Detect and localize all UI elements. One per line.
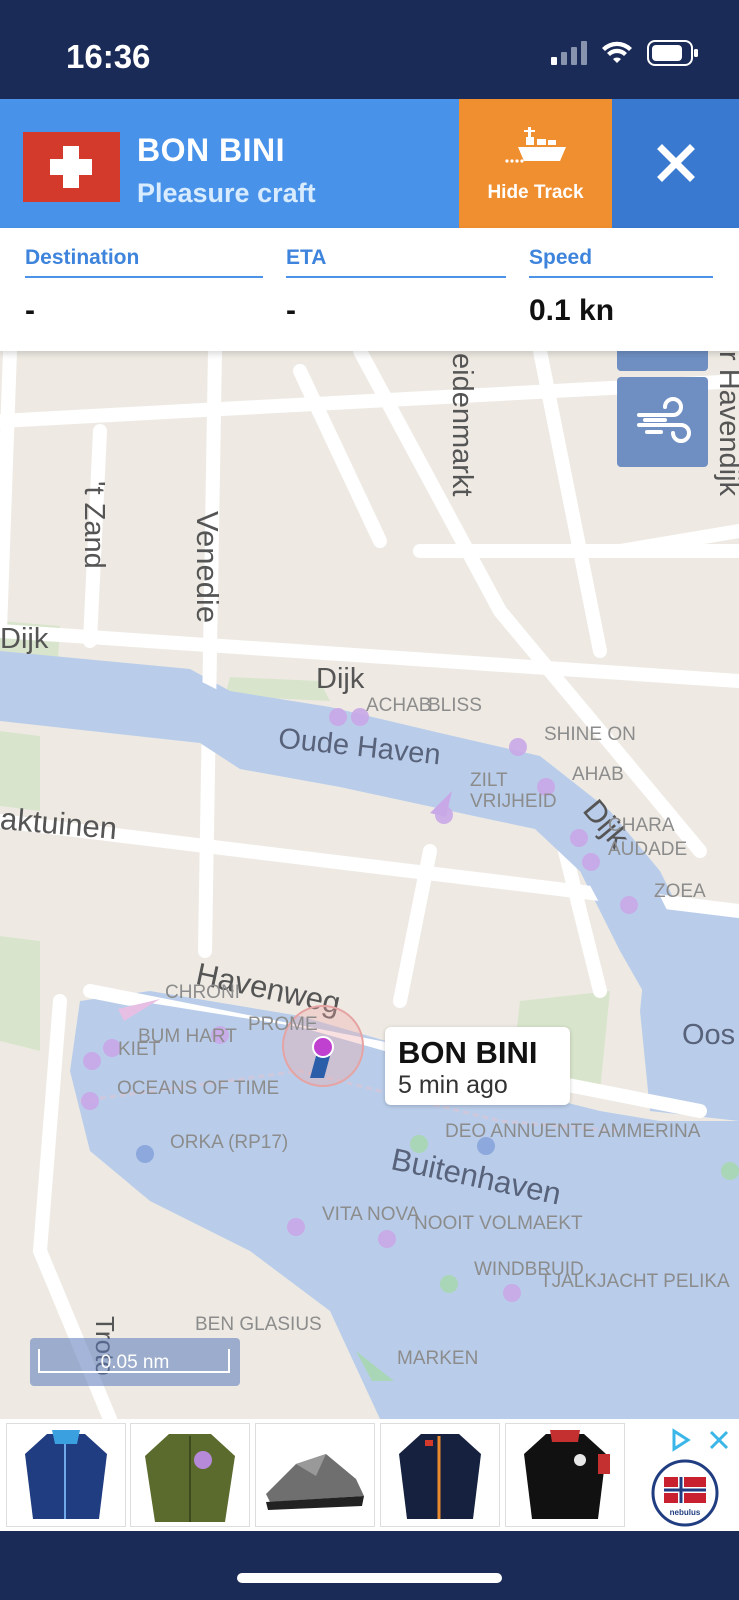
vessel-label: TJALKJACHT PELIKA (540, 1271, 730, 1292)
vessel-callout[interactable]: BON BINI 5 min ago (385, 1027, 570, 1105)
wind-layer-button[interactable] (617, 377, 708, 467)
speed-label: Speed (529, 246, 713, 278)
vessel-label: ZOEA (654, 881, 706, 902)
home-indicator[interactable] (237, 1573, 502, 1583)
vessel-label: PROME (248, 1014, 318, 1035)
close-icon (657, 144, 695, 182)
jacket-image (399, 1434, 481, 1519)
vessel-label: ACHAB (366, 695, 432, 716)
adchoices-icon[interactable] (668, 1427, 694, 1453)
vessel-label: CHARA (608, 815, 675, 836)
close-button[interactable] (612, 99, 739, 228)
vessel-label: SHINE ON (544, 724, 636, 745)
sneaker-image (266, 1454, 364, 1510)
speed-value: 0.1 kn (529, 294, 615, 327)
status-icons (551, 40, 699, 66)
status-bar: 16:36 (0, 0, 739, 99)
vessel-label: DEO ANNUENTE (445, 1121, 595, 1142)
vessel-label: AUDADE (608, 839, 688, 860)
vessel-label: VITA NOVA (322, 1204, 420, 1225)
eta-value: - (286, 294, 296, 327)
ad-product-jacket-blue[interactable] (6, 1423, 126, 1527)
home-area (0, 1531, 739, 1600)
info-panel: Destination - ETA - Speed 0.1 kn (0, 228, 739, 351)
vessel-label: NOOIT VOLMAEKT (414, 1213, 583, 1234)
ad-product-sneaker[interactable] (255, 1423, 375, 1527)
callout-vessel-name: BON BINI (398, 1035, 538, 1070)
destination-label: Destination (25, 246, 263, 278)
battery-icon (647, 40, 698, 66)
vessel-markers (81, 708, 739, 1381)
wind-icon (637, 397, 691, 443)
ad-product-jacket-navy[interactable] (380, 1423, 500, 1527)
hide-track-label: Hide Track (487, 182, 584, 203)
ad-banner[interactable]: nebulus (0, 1419, 739, 1531)
vessel-label: KIET (118, 1039, 161, 1060)
destination-value: - (25, 294, 35, 327)
eta-field: ETA - (286, 246, 506, 328)
eta-label: ETA (286, 246, 506, 278)
vessel-label: OCEANS OF TIME (117, 1078, 280, 1099)
vessel-label: VRIJHEID (470, 791, 557, 812)
vessel-label: CHRONI (165, 982, 240, 1003)
ad-brand: nebulus (670, 1508, 701, 1517)
vessel-label: BLISS (428, 695, 482, 716)
ad-close-icon[interactable] (708, 1429, 730, 1451)
vessel-label: ORKA (RP17) (170, 1132, 289, 1153)
status-time: 16:36 (66, 38, 151, 75)
vessel-label: ZILT (470, 770, 508, 791)
vessel-name: BON BINI (137, 132, 285, 168)
hide-track-button[interactable]: Hide Track (459, 99, 612, 228)
vessel-label: AHAB (572, 764, 624, 785)
callout-time: 5 min ago (398, 1071, 508, 1099)
swiss-flag-icon (23, 132, 120, 202)
vessel-label: BEN GLASIUS (195, 1314, 322, 1335)
map-view[interactable]: 't Zand Venedie eidenmarkt Dijk Dijk Oud… (0, 351, 739, 1419)
nebulus-logo: nebulus (651, 1459, 719, 1527)
jacket-image (145, 1434, 235, 1522)
jacket-image (524, 1430, 610, 1519)
vessel-header: BON BINI Pleasure craft Hide Track (0, 99, 739, 228)
ship-icon (505, 127, 566, 163)
jacket-image (25, 1430, 107, 1519)
layer-button[interactable] (617, 351, 708, 371)
cellular-signal-icon (551, 41, 587, 65)
ad-product-jacket-black[interactable] (505, 1423, 625, 1527)
speed-field: Speed 0.1 kn (529, 246, 713, 328)
wifi-icon (602, 41, 632, 63)
ad-product-jacket-green[interactable] (130, 1423, 250, 1527)
vessel-type: Pleasure craft (137, 178, 316, 208)
map-scale: 0.05 nm (30, 1338, 240, 1386)
destination-field: Destination - (25, 246, 263, 328)
scale-label: 0.05 nm (100, 1352, 170, 1373)
vessel-label: AMMERINA (598, 1121, 701, 1142)
vessel-label: MARKEN (397, 1348, 479, 1369)
